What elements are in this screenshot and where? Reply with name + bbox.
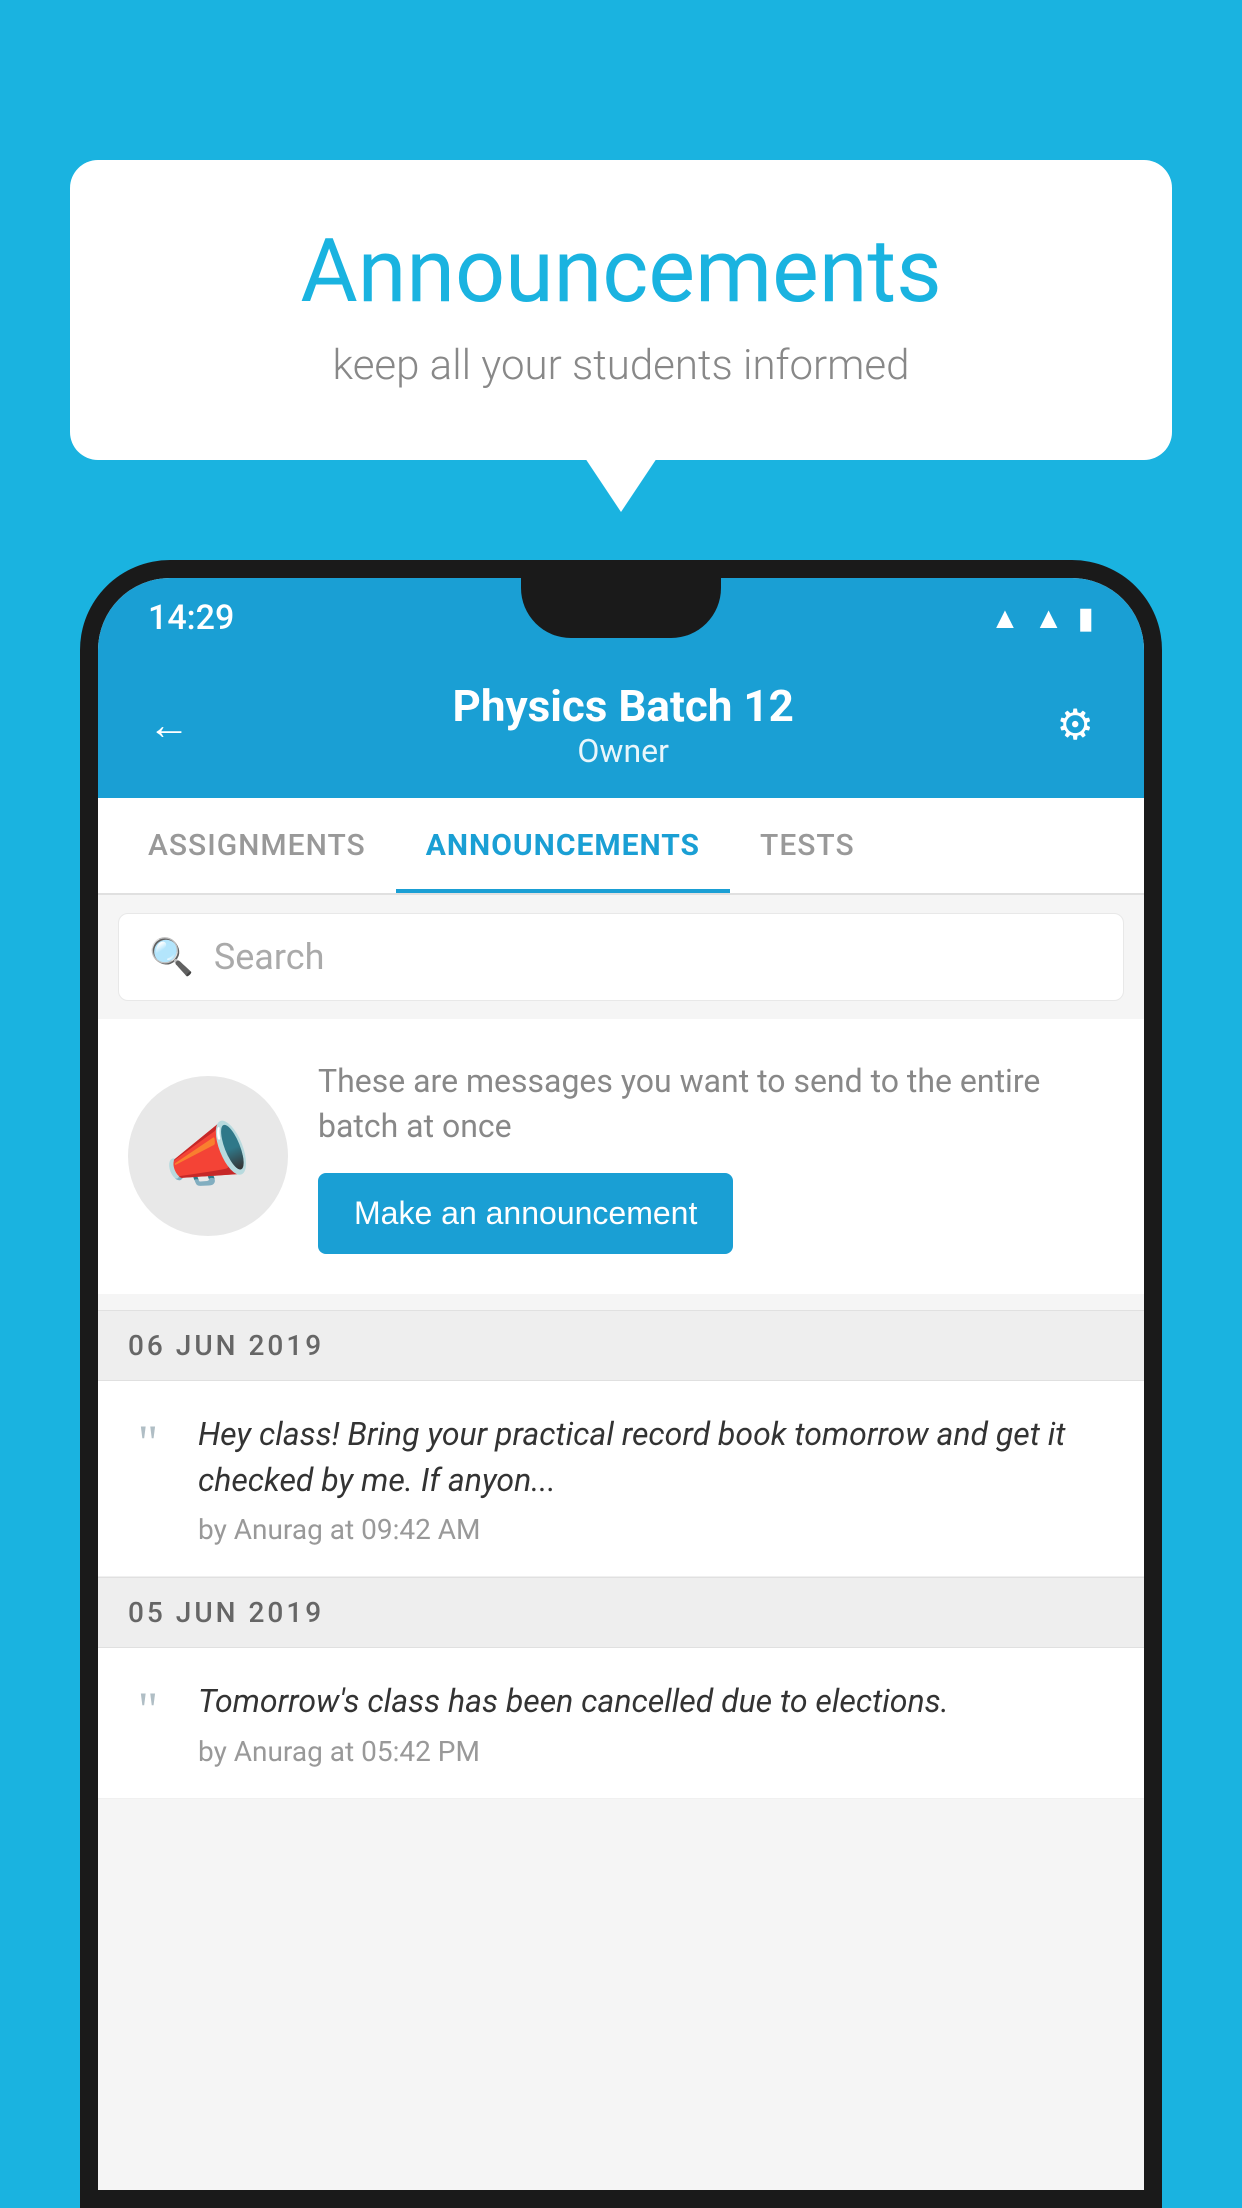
announcement-item-1: " Hey class! Bring your practical record… bbox=[98, 1381, 1144, 1578]
announcement-content-1: Hey class! Bring your practical record b… bbox=[198, 1411, 1114, 1547]
tab-assignments[interactable]: ASSIGNMENTS bbox=[118, 798, 396, 893]
battery-icon: ▮ bbox=[1077, 601, 1094, 636]
phone-screen: 14:29 ▲ ▲ ▮ ← Physics Batch 12 Owner ⚙ A… bbox=[98, 578, 1144, 2190]
tabs-bar: ASSIGNMENTS ANNOUNCEMENTS TESTS bbox=[98, 798, 1144, 895]
header-title: Physics Batch 12 bbox=[452, 680, 793, 732]
announcement-meta-2: by Anurag at 05:42 PM bbox=[198, 1735, 1114, 1768]
promo-icon-circle: 📣 bbox=[128, 1076, 288, 1236]
back-button[interactable]: ← bbox=[138, 691, 200, 760]
search-bar[interactable]: 🔍 Search bbox=[118, 913, 1124, 1001]
app-header: ← Physics Batch 12 Owner ⚙ bbox=[98, 658, 1144, 798]
wifi-icon: ▲ bbox=[990, 601, 1020, 636]
header-center: Physics Batch 12 Owner bbox=[452, 680, 793, 770]
megaphone-icon: 📣 bbox=[164, 1115, 251, 1197]
quote-icon-1: " bbox=[118, 1411, 178, 1467]
promo-content: These are messages you want to send to t… bbox=[318, 1059, 1114, 1254]
announcement-text-1: Hey class! Bring your practical record b… bbox=[198, 1411, 1114, 1504]
tab-announcements[interactable]: ANNOUNCEMENTS bbox=[396, 798, 730, 893]
date-separator-2: 05 JUN 2019 bbox=[98, 1577, 1144, 1648]
settings-button[interactable]: ⚙ bbox=[1046, 690, 1104, 760]
search-icon: 🔍 bbox=[149, 936, 194, 978]
bubble-title: Announcements bbox=[150, 220, 1092, 323]
phone-frame: 14:29 ▲ ▲ ▮ ← Physics Batch 12 Owner ⚙ A… bbox=[80, 560, 1162, 2208]
signal-icon: ▲ bbox=[1034, 601, 1064, 636]
status-bar: 14:29 ▲ ▲ ▮ bbox=[98, 578, 1144, 658]
header-subtitle: Owner bbox=[452, 732, 793, 770]
make-announcement-button[interactable]: Make an announcement bbox=[318, 1173, 733, 1254]
announcement-content-2: Tomorrow's class has been cancelled due … bbox=[198, 1678, 1114, 1767]
search-placeholder: Search bbox=[214, 936, 325, 978]
announcement-item-2: " Tomorrow's class has been cancelled du… bbox=[98, 1648, 1144, 1798]
promo-card: 📣 These are messages you want to send to… bbox=[98, 1019, 1144, 1294]
speech-bubble-container: Announcements keep all your students inf… bbox=[70, 160, 1172, 460]
content-area: 🔍 Search 📣 These are messages you want t… bbox=[98, 895, 1144, 2190]
announcement-text-2: Tomorrow's class has been cancelled due … bbox=[198, 1678, 1114, 1724]
speech-bubble: Announcements keep all your students inf… bbox=[70, 160, 1172, 460]
date-separator-1: 06 JUN 2019 bbox=[98, 1310, 1144, 1381]
bubble-subtitle: keep all your students informed bbox=[150, 341, 1092, 390]
promo-description: These are messages you want to send to t… bbox=[318, 1059, 1114, 1149]
quote-icon-2: " bbox=[118, 1678, 178, 1734]
announcement-meta-1: by Anurag at 09:42 AM bbox=[198, 1513, 1114, 1546]
status-icons: ▲ ▲ ▮ bbox=[990, 601, 1094, 636]
notch bbox=[521, 578, 721, 638]
status-time: 14:29 bbox=[148, 598, 234, 638]
tab-tests[interactable]: TESTS bbox=[730, 798, 885, 893]
